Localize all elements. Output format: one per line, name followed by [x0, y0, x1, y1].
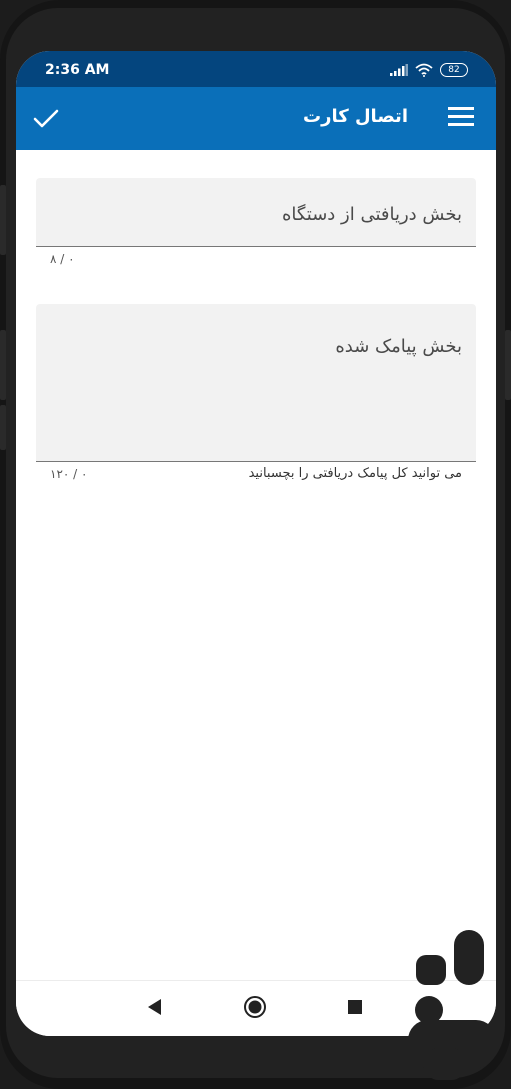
side-button	[0, 330, 6, 400]
home-icon[interactable]	[243, 995, 267, 1019]
signal-icon	[390, 64, 408, 76]
wifi-icon	[415, 63, 433, 77]
status-icons: 82	[390, 63, 468, 77]
back-icon[interactable]	[146, 998, 162, 1016]
screen: 2:36 AM 82 اتصال کارت بخش دریافتی از دست…	[16, 51, 496, 1036]
sms-text-counter: ۰ / ۱۲۰	[50, 467, 88, 481]
device-code-input[interactable]: بخش دریافتی از دستگاه	[36, 178, 476, 247]
sms-helper-text: می توانید کل پیامک دریافتی را بچسبانید	[248, 466, 462, 481]
volume-button	[0, 185, 6, 255]
status-time: 2:36 AM	[45, 62, 110, 78]
hamburger-menu-icon[interactable]	[448, 107, 474, 131]
sms-text-input[interactable]: بخش پیامک شده	[36, 304, 476, 462]
recents-icon[interactable]	[348, 1000, 362, 1014]
device-code-placeholder: بخش دریافتی از دستگاه	[281, 204, 462, 225]
app-bar: اتصال کارت	[16, 87, 496, 150]
device-code-counter: ۰ / ۸	[50, 252, 75, 266]
status-bar: 2:36 AM 82	[16, 51, 496, 87]
page-title: اتصال کارت	[303, 106, 408, 127]
store-logo-watermark	[408, 930, 496, 1080]
check-icon[interactable]	[32, 105, 60, 133]
power-button	[505, 330, 511, 400]
side-button	[0, 405, 6, 450]
battery-icon: 82	[440, 63, 468, 77]
sms-text-placeholder: بخش پیامک شده	[335, 336, 462, 357]
